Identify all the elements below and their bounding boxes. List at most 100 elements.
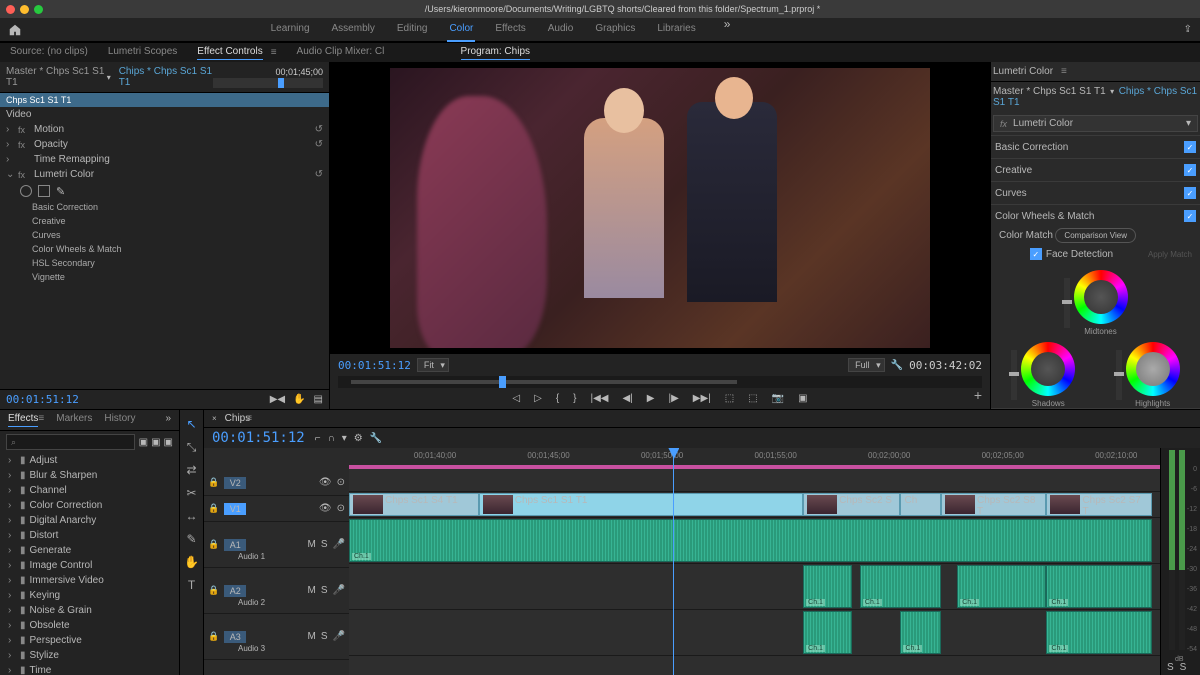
folder-distort[interactable]: ›▮Distort bbox=[0, 528, 179, 543]
mark-in-icon[interactable]: ◁ bbox=[512, 393, 520, 404]
shadows-slider[interactable] bbox=[1011, 350, 1017, 400]
type-tool-icon[interactable]: T bbox=[184, 577, 200, 593]
tab-markers[interactable]: Markers bbox=[56, 413, 92, 427]
lum-cwm[interactable]: Color Wheels & Match bbox=[0, 242, 329, 256]
ec-foot-tc[interactable]: 00:01:51:12 bbox=[6, 393, 79, 406]
toggle-output-icon[interactable]: 👁 bbox=[319, 503, 332, 514]
link-icon[interactable]: ∩ bbox=[328, 433, 335, 444]
ws-audio[interactable]: Audio bbox=[546, 17, 576, 42]
track-v1[interactable]: Chps Sc1 S4 T1 Chps Sc1 S1 T1 Chps Sc2 S… bbox=[349, 492, 1160, 518]
hand-tool-icon[interactable]: ✋ bbox=[184, 554, 200, 570]
fx-time-remapping[interactable]: ›Time Remapping bbox=[0, 152, 329, 167]
folder-obsolete[interactable]: ›▮Obsolete bbox=[0, 618, 179, 633]
program-scrubber[interactable] bbox=[338, 376, 982, 388]
settings-icon[interactable]: ▤ bbox=[314, 394, 323, 405]
toggle-output-icon[interactable]: 👁 bbox=[319, 477, 332, 488]
folder-image-control[interactable]: ›▮Image Control bbox=[0, 558, 179, 573]
lock-icon[interactable]: 🔒 bbox=[208, 503, 219, 514]
track-v2[interactable] bbox=[349, 466, 1160, 492]
folder-color-correction[interactable]: ›▮Color Correction bbox=[0, 498, 179, 513]
comparison-view-button[interactable]: Comparison View bbox=[1055, 228, 1136, 243]
program-left-tc[interactable]: 00:01:51:12 bbox=[338, 359, 411, 372]
tab-source[interactable]: Source: (no clips) bbox=[10, 46, 88, 59]
clip-v1-3[interactable]: Chps Sc2 S bbox=[803, 493, 900, 516]
snap-icon[interactable]: ⌐ bbox=[315, 433, 321, 444]
sync-lock-icon[interactable]: ⊙ bbox=[337, 503, 345, 514]
checkbox-on-icon[interactable]: ✓ bbox=[1184, 187, 1196, 199]
preset-1-icon[interactable]: ▣ bbox=[139, 437, 148, 448]
ripple-tool-icon[interactable]: ⇄ bbox=[184, 462, 200, 478]
folder-blur-sharpen[interactable]: ›▮Blur & Sharpen bbox=[0, 468, 179, 483]
folder-time[interactable]: ›▮Time bbox=[0, 663, 179, 675]
extract-icon[interactable]: ⬚ bbox=[748, 393, 757, 404]
export-icon[interactable]: ⇪ bbox=[1184, 24, 1192, 35]
settings-icon[interactable]: ⚙ bbox=[354, 433, 363, 444]
maximize-window[interactable] bbox=[34, 5, 43, 14]
mark-out-icon[interactable]: ▷ bbox=[534, 393, 542, 404]
lock-icon[interactable]: 🔒 bbox=[208, 585, 219, 596]
audioclip-a3-3[interactable]: Ch.1 bbox=[1046, 611, 1151, 654]
close-window[interactable] bbox=[6, 5, 15, 14]
checkbox-on-icon[interactable]: ✓ bbox=[1030, 248, 1042, 260]
go-out-icon[interactable]: } bbox=[573, 393, 576, 404]
section-cwm[interactable]: Color Wheels & Match✓ bbox=[991, 204, 1200, 227]
section-creative[interactable]: Creative✓ bbox=[991, 158, 1200, 181]
reset-icon[interactable]: ↺ bbox=[315, 124, 323, 135]
panel-menu-icon[interactable]: ≡ bbox=[1061, 66, 1067, 77]
ec-clip-label[interactable]: Chips * Chps Sc1 S1 T1 bbox=[119, 66, 213, 88]
audioclip-a2-3[interactable]: Ch.1 bbox=[957, 565, 1046, 608]
go-in-icon[interactable]: { bbox=[556, 393, 559, 404]
ec-clip-bar[interactable]: Chps Sc1 S1 T1 bbox=[0, 93, 329, 107]
frame-fwd-icon[interactable]: |▶ bbox=[668, 393, 678, 404]
track-a1-header[interactable]: 🔒A1MS🎤Audio 1 bbox=[204, 522, 349, 568]
folder-digital-anarchy[interactable]: ›▮Digital Anarchy bbox=[0, 513, 179, 528]
panel-menu-icon[interactable]: ≡ bbox=[271, 47, 277, 58]
ws-learning[interactable]: Learning bbox=[269, 17, 312, 42]
audioclip-a3-2[interactable]: Ch.1 bbox=[900, 611, 941, 654]
pen-mask-icon[interactable]: ✎ bbox=[56, 185, 68, 197]
sync-lock-icon[interactable]: ⊙ bbox=[337, 477, 345, 488]
panel-menu-icon[interactable]: ≡ bbox=[246, 413, 252, 424]
wrench-icon[interactable]: 🔧 bbox=[891, 360, 903, 371]
monitor-viewport[interactable] bbox=[330, 62, 990, 354]
mic-icon[interactable]: 🎤 bbox=[333, 631, 345, 642]
folder-channel[interactable]: ›▮Channel bbox=[0, 483, 179, 498]
wrench-icon[interactable]: 🔧 bbox=[370, 433, 382, 444]
lum-vignette[interactable]: Vignette bbox=[0, 270, 329, 284]
folder-immersive-video[interactable]: ›▮Immersive Video bbox=[0, 573, 179, 588]
overflow-icon[interactable]: » bbox=[165, 413, 171, 427]
tab-lumetri-scopes[interactable]: Lumetri Scopes bbox=[108, 46, 177, 59]
preset-3-icon[interactable]: ▣ bbox=[164, 437, 173, 448]
step-fwd-icon[interactable]: ▶▶| bbox=[693, 393, 711, 404]
section-curves[interactable]: Curves✓ bbox=[991, 181, 1200, 204]
chevron-down-icon[interactable]: ▾ bbox=[107, 73, 111, 82]
folder-noise-grain[interactable]: ›▮Noise & Grain bbox=[0, 603, 179, 618]
highlights-wheel[interactable] bbox=[1126, 342, 1180, 396]
track-a1[interactable]: Ch.1 bbox=[349, 518, 1160, 564]
frame-back-icon[interactable]: ◀| bbox=[622, 393, 632, 404]
fx-opacity[interactable]: ›fxOpacity↺ bbox=[0, 137, 329, 152]
pen-tool-icon[interactable]: ✎ bbox=[184, 531, 200, 547]
zoom-tool-icon[interactable]: ▶◀ bbox=[270, 394, 285, 405]
section-basic[interactable]: Basic Correction✓ bbox=[991, 135, 1200, 158]
tab-effects[interactable]: Effects bbox=[8, 413, 38, 427]
compare-icon[interactable]: ▣ bbox=[798, 393, 807, 404]
home-icon[interactable] bbox=[8, 23, 22, 37]
marker-icon[interactable]: ▾ bbox=[342, 433, 347, 444]
time-ruler[interactable]: 00;01;40;0000;01;45;0000;01;50;0000;01;5… bbox=[349, 448, 1160, 466]
reset-icon[interactable]: ↺ bbox=[315, 139, 323, 150]
ws-assembly[interactable]: Assembly bbox=[330, 17, 377, 42]
reset-icon[interactable]: ↺ bbox=[315, 169, 323, 180]
slip-tool-icon[interactable]: ↔ bbox=[184, 508, 200, 524]
ws-overflow-icon[interactable]: » bbox=[724, 17, 731, 42]
ws-editing[interactable]: Editing bbox=[395, 17, 430, 42]
shadows-wheel[interactable] bbox=[1021, 342, 1075, 396]
ws-effects[interactable]: Effects bbox=[493, 17, 527, 42]
folder-generate[interactable]: ›▮Generate bbox=[0, 543, 179, 558]
timeline-tc[interactable]: 00:01:51:12 bbox=[212, 430, 305, 446]
clip-v1-5[interactable]: Chps Sc2 S8 T bbox=[941, 493, 1046, 516]
timeline-playhead[interactable] bbox=[673, 448, 674, 675]
export-frame-icon[interactable]: 📷 bbox=[772, 393, 784, 404]
midtones-wheel[interactable] bbox=[1074, 270, 1128, 324]
seq-close-icon[interactable]: × bbox=[212, 414, 217, 423]
